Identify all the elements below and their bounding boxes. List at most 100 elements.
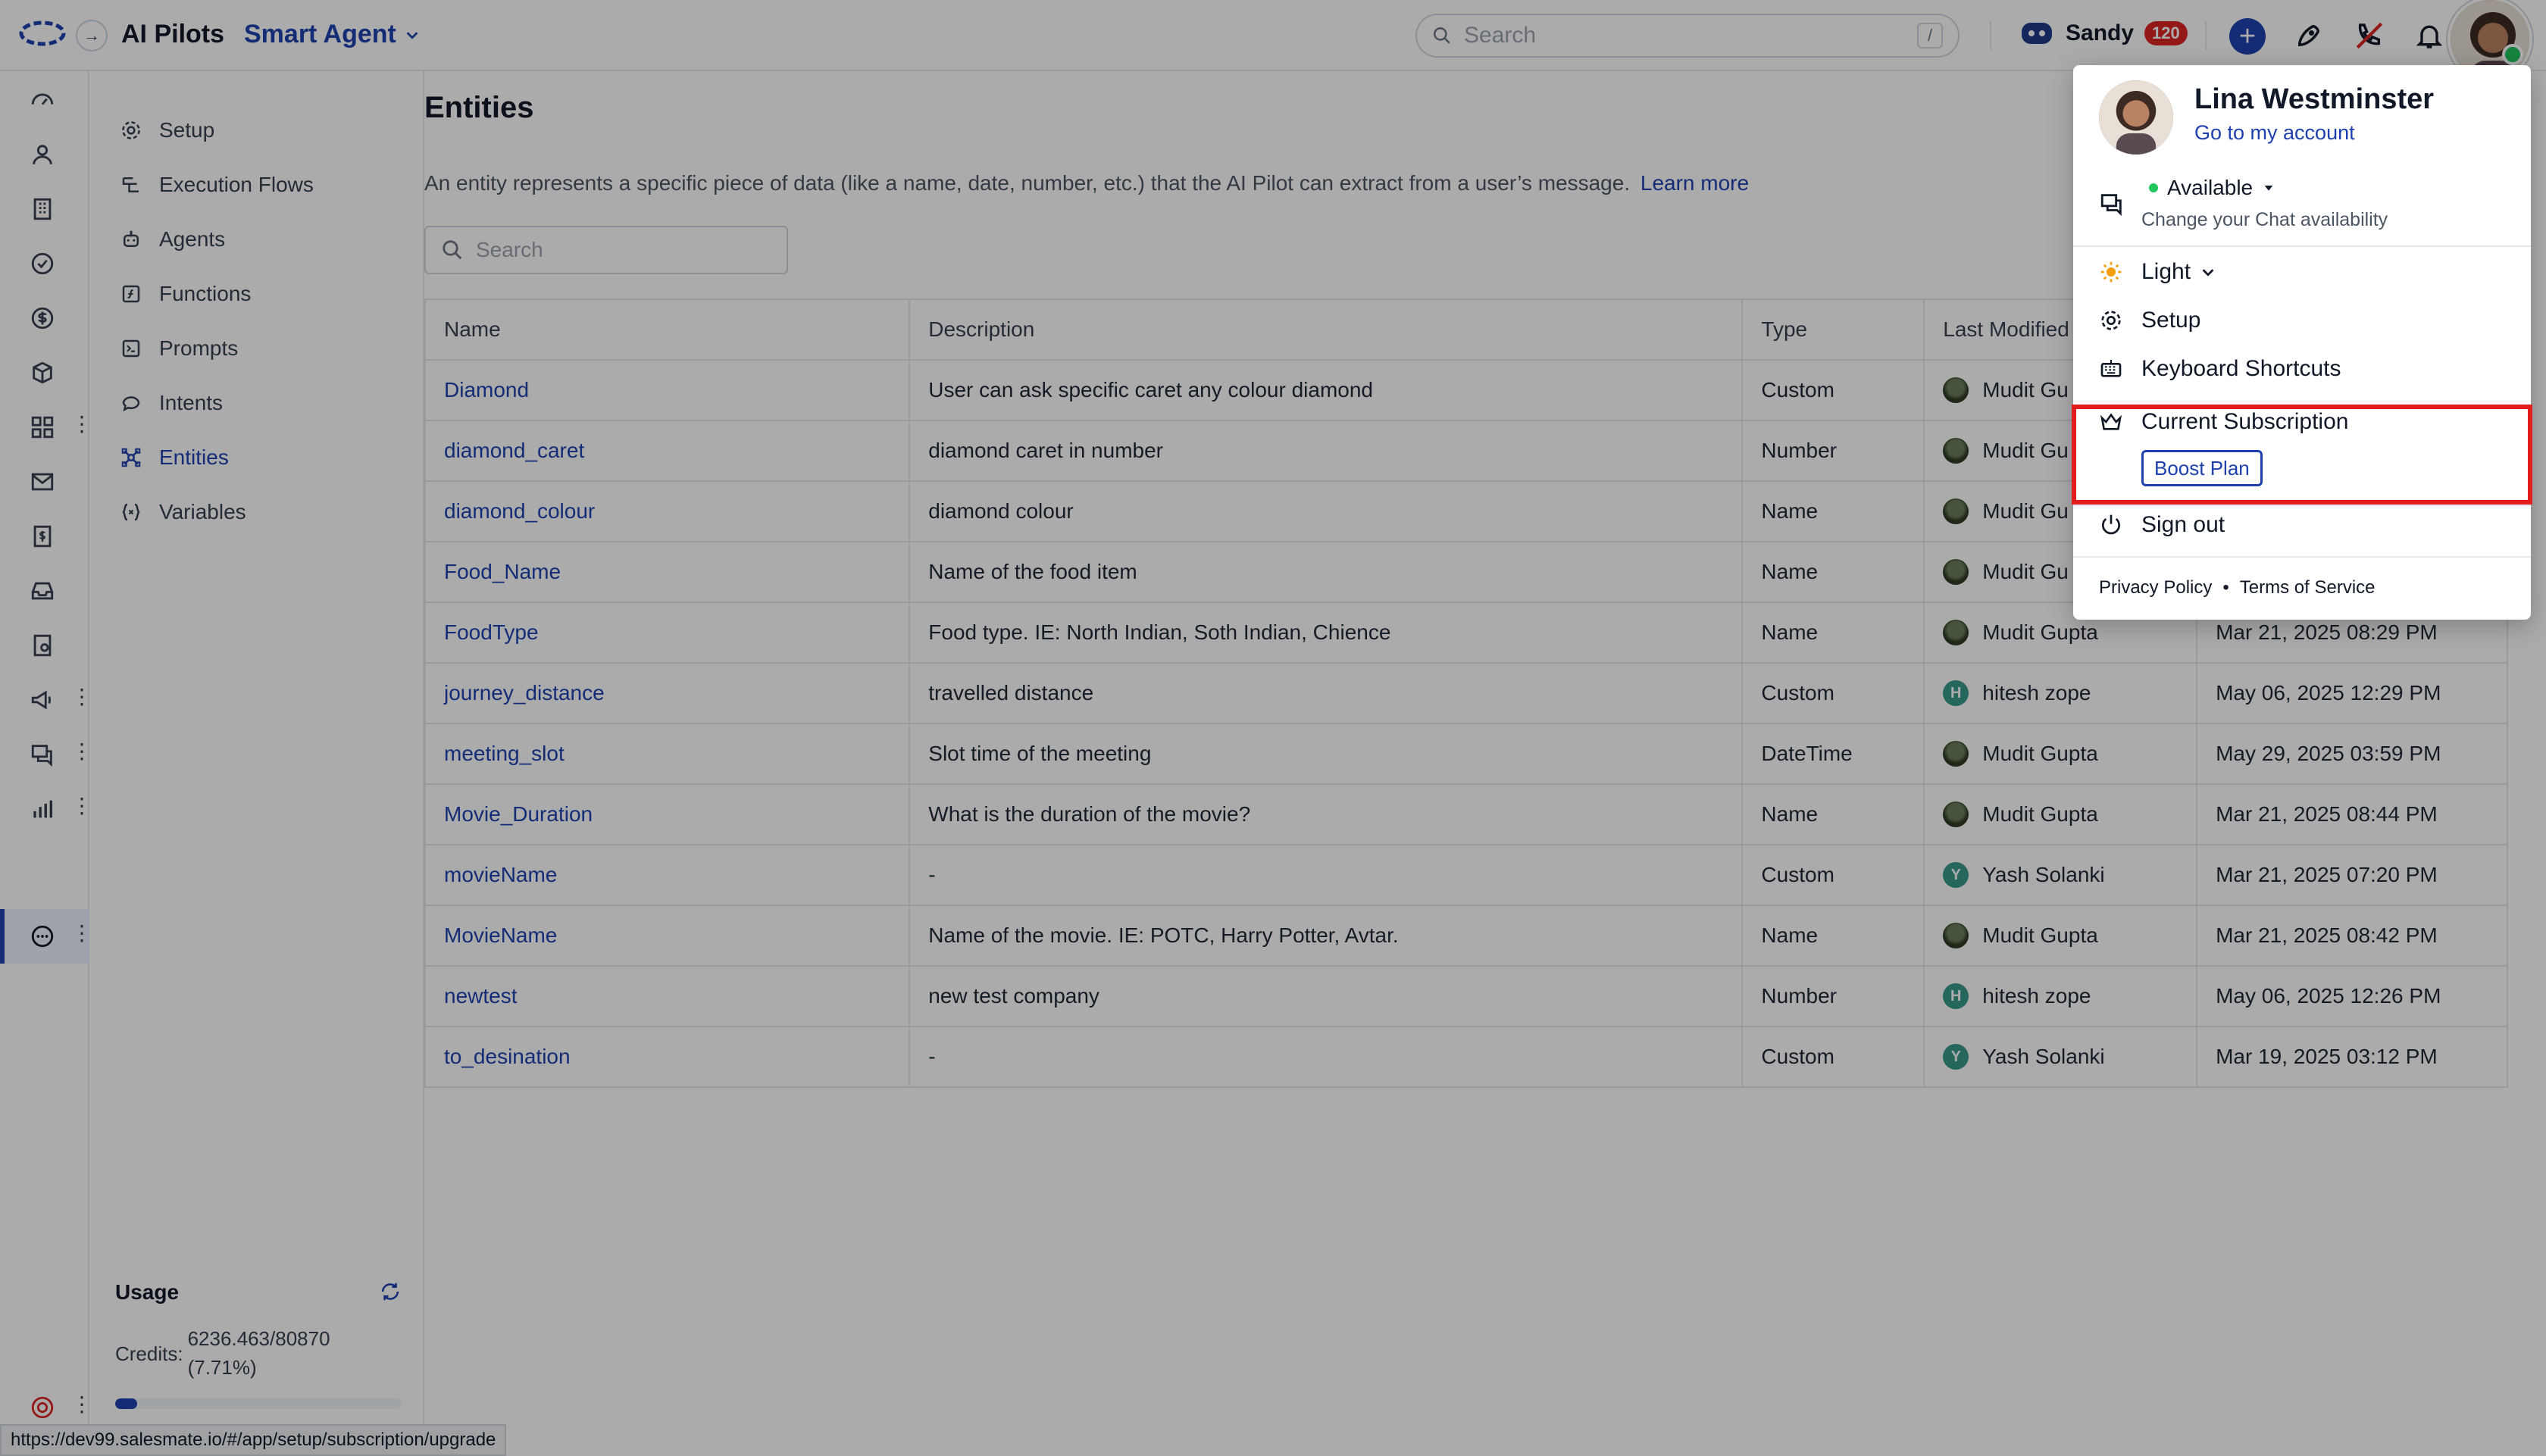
modified-by-name: Mudit Gupta [1982, 923, 2098, 947]
entity-type: Name [1741, 541, 1925, 602]
notification-count-badge: 120 [2144, 21, 2188, 45]
nav-item-label: Variables [159, 500, 246, 523]
sandy-user-chip[interactable]: Sandy 120 [2019, 18, 2188, 48]
apps-icon[interactable] [27, 412, 58, 442]
column-header-description[interactable]: Description [909, 298, 1744, 361]
nav-item-functions[interactable]: Functions [120, 275, 251, 313]
dashboard-icon[interactable] [27, 85, 58, 115]
entity-name-link[interactable]: to_desination [424, 1026, 910, 1087]
entity-description: What is the duration of the movie? [909, 783, 1743, 845]
keyboard-icon [2099, 357, 2123, 381]
entity-name-link[interactable]: newtest [424, 965, 910, 1026]
nav-item-agents[interactable]: Agents [120, 220, 225, 258]
entity-description: Food type. IE: North Indian, Soth Indian… [909, 601, 1743, 663]
menu-item-setup[interactable]: Setup [2099, 308, 2200, 333]
go-to-account-link[interactable]: Go to my account [2194, 121, 2355, 145]
entity-name-link[interactable]: meeting_slot [424, 723, 910, 784]
entity-name-link[interactable]: Diamond [424, 359, 910, 420]
phone-off-icon[interactable] [2354, 20, 2385, 52]
support-icon[interactable] [27, 1392, 58, 1423]
deals-icon[interactable] [27, 303, 58, 333]
campaigns-icon[interactable] [27, 685, 58, 715]
credits-progress-fill [115, 1398, 138, 1409]
column-header-type[interactable]: Type [1741, 298, 1925, 361]
entity-modified-by: Hhitesh zope [1923, 662, 2197, 723]
ai-pilots-sidenav: Setup Execution Flows Agents Functions P… [89, 71, 424, 1456]
table-row[interactable]: to_desination - Custom Y Yash Solanki Mar 19,… [424, 1026, 2507, 1087]
theme-label: Light [2141, 259, 2191, 284]
modified-by-cell: Mudit Gupta [1943, 741, 2178, 767]
sign-out-button[interactable]: Sign out [2099, 512, 2225, 538]
table-row[interactable]: meeting_slot Slot time of the meeting Date… [424, 723, 2507, 784]
entity-type: Name [1741, 601, 1925, 663]
header-divider [1990, 21, 1991, 50]
global-search-input[interactable]: Search / [1415, 14, 1960, 58]
modified-by-cell: Hhitesh zope [1943, 983, 2178, 1009]
nav-item-variables[interactable]: Variables [120, 493, 246, 531]
entity-description: new test company [909, 965, 1743, 1026]
learn-more-link[interactable]: Learn more [1641, 171, 1749, 195]
credits-percent: (7.71%) [187, 1356, 257, 1379]
modified-by-name: Mudit Gupta [1982, 742, 2098, 765]
entity-type: Name [1741, 783, 1925, 845]
nav-item-prompts[interactable]: Prompts [120, 330, 238, 367]
app-switcher[interactable]: Smart Agent [244, 20, 421, 49]
entity-name-link[interactable]: FoodType [424, 601, 910, 663]
entity-name-link[interactable]: MovieName [424, 905, 910, 966]
terms-of-service-link[interactable]: Terms of Service [2240, 577, 2376, 598]
contacts-icon[interactable] [27, 139, 58, 170]
entity-name-link[interactable]: Movie_Duration [424, 783, 910, 845]
expand-menu-button[interactable]: → [76, 20, 108, 52]
table-row[interactable]: Movie_Duration What is the duration of th… [424, 783, 2507, 845]
reports-icon[interactable] [27, 794, 58, 824]
sequences-icon[interactable] [27, 630, 58, 661]
rocket-icon[interactable] [2293, 20, 2325, 52]
nav-item-intents[interactable]: Intents [120, 384, 223, 422]
invoices-icon[interactable] [27, 521, 58, 551]
app-title: AI Pilots [121, 20, 225, 48]
table-row[interactable]: movieName - Custom Y Yash Solanki Mar 21, 202… [424, 844, 2507, 905]
entity-description: - [909, 1026, 1743, 1087]
inbox-icon[interactable] [27, 576, 58, 606]
menu-item-keyboard-shortcuts[interactable]: Keyboard Shortcuts [2099, 356, 2341, 382]
app-switcher-label: Smart Agent [244, 20, 396, 48]
user-avatar [1943, 498, 1969, 524]
user-initial-avatar: Y [1943, 862, 1969, 888]
table-row[interactable]: MovieName Name of the movie. IE: POTC, Ha… [424, 905, 2507, 966]
global-search-placeholder: Search [1464, 23, 1537, 48]
entity-search-input[interactable]: Search [424, 226, 788, 274]
credits-value: 6236.463/80870 [187, 1327, 330, 1350]
conversations-icon[interactable] [27, 739, 58, 770]
modified-by-cell: Mudit Gupta [1943, 923, 2178, 948]
privacy-policy-link[interactable]: Privacy Policy [2099, 577, 2212, 598]
entity-name-link[interactable]: movieName [424, 844, 910, 905]
quick-add-button[interactable]: + [2229, 18, 2266, 55]
entity-name-link[interactable]: diamond_colour [424, 480, 910, 542]
entity-name-link[interactable]: journey_distance [424, 662, 910, 723]
availability-dropdown[interactable]: Available [2149, 176, 2275, 200]
nav-item-execution-flows[interactable]: Execution Flows [120, 166, 314, 204]
prompt-icon [120, 337, 142, 360]
theme-selector[interactable]: Light [2099, 259, 2216, 285]
chevron-down-icon [2200, 264, 2216, 280]
ai-pilots-icon[interactable] [27, 921, 58, 951]
entity-name-link[interactable]: diamond_caret [424, 420, 910, 481]
companies-icon[interactable] [27, 194, 58, 224]
salesmate-logo-icon[interactable] [18, 18, 67, 48]
search-shortcut-key: / [1917, 23, 1943, 48]
activities-icon[interactable] [27, 248, 58, 279]
entity-name-link[interactable]: Food_Name [424, 541, 910, 602]
nav-item-entities[interactable]: Entities [120, 439, 229, 476]
power-icon [2099, 513, 2123, 537]
products-icon[interactable] [27, 358, 58, 388]
entity-modified-date: May 06, 2025 12:26 PM [2196, 965, 2507, 1026]
credits-values: 6236.463/80870 (7.71%) [188, 1324, 330, 1382]
column-header-name[interactable]: Name [424, 298, 911, 361]
bell-icon[interactable] [2414, 20, 2444, 52]
table-row[interactable]: newtest new test company Number Hhitesh zop… [424, 965, 2507, 1026]
email-icon[interactable] [27, 467, 58, 497]
nav-item-setup[interactable]: Setup [120, 111, 214, 149]
entity-description: Name of the food item [909, 541, 1743, 602]
table-row[interactable]: journey_distance travelled distance Custom… [424, 662, 2507, 723]
refresh-icon[interactable] [379, 1280, 402, 1303]
